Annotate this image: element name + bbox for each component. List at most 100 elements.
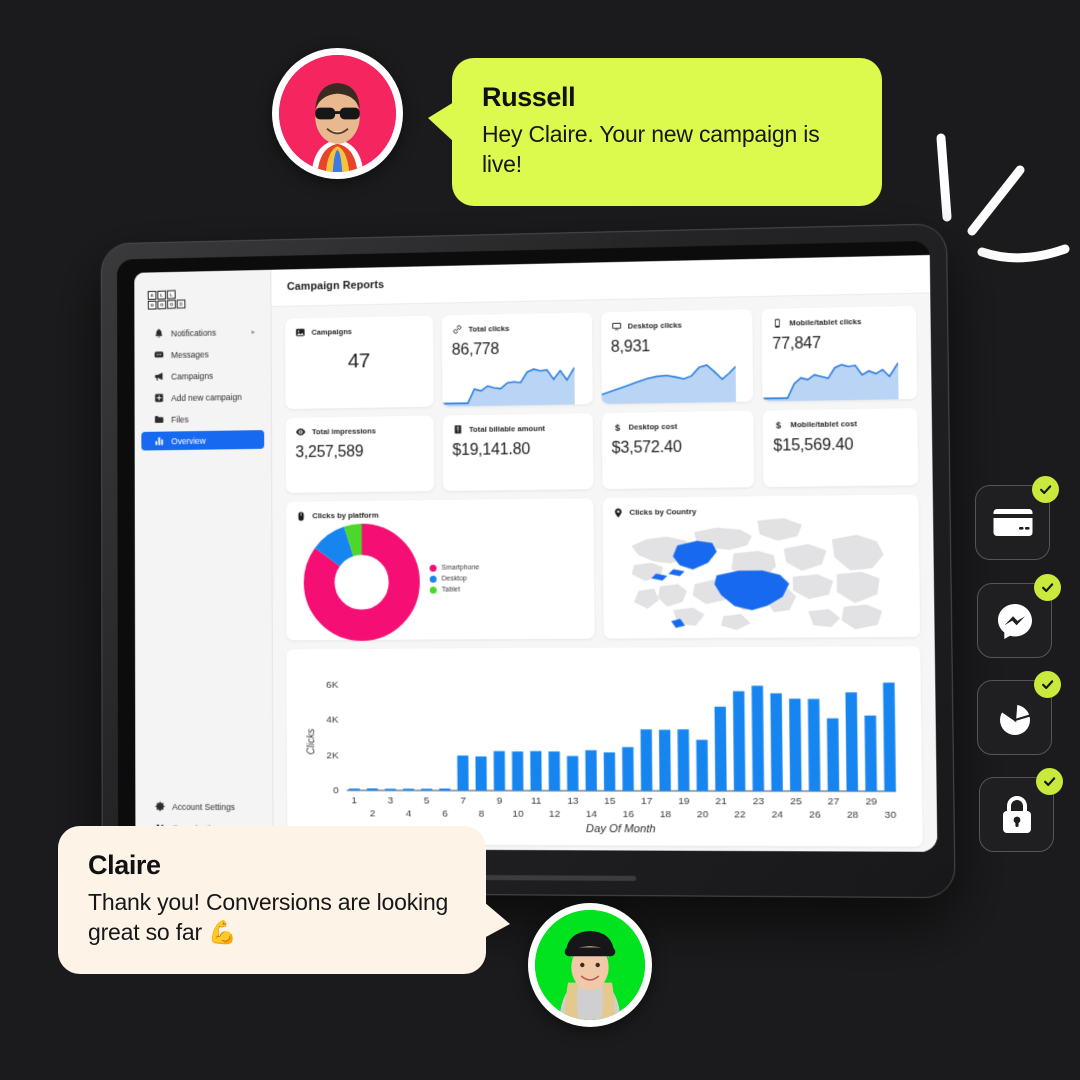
kpi-card-mobile-tablet-clicks[interactable]: Mobile/tablet clicks 77,847 <box>761 305 918 402</box>
avatar-image <box>279 55 396 172</box>
dollar-icon: $ <box>614 422 619 432</box>
kpi-header: Total clicks <box>452 321 582 334</box>
sidebar-item-notifications[interactable]: Notifications ▸ <box>141 322 264 343</box>
world-map[interactable] <box>602 511 920 635</box>
svg-text:Day Of Month: Day Of Month <box>586 823 656 835</box>
megaphone-icon <box>155 372 163 381</box>
decorative-strokes <box>936 133 1070 263</box>
kpi-grid-row-2: Total impressions 3,257,589 Total billab… <box>285 408 919 493</box>
kpi-value: 3,257,589 <box>295 443 364 462</box>
svg-text:3: 3 <box>388 796 394 807</box>
eye-icon <box>296 428 306 436</box>
logo-tile: L <box>166 290 176 300</box>
legend-label: Smartphone <box>441 564 480 573</box>
app-sidebar: A G L O L O D Notifications ▸ Messages C… <box>134 269 274 849</box>
sidebar-item-files[interactable]: Files <box>141 408 264 429</box>
kpi-header: Total billable amount <box>452 422 582 435</box>
badge-tile-pie-chart[interactable] <box>977 671 1061 755</box>
chat-sender-name: Claire <box>88 850 161 880</box>
kpi-card-mobile-tablet-cost[interactable]: $ Mobile/tablet cost $15,569.40 <box>762 408 919 488</box>
kpi-card-total-clicks[interactable]: Total clicks 86,778 <box>441 312 593 407</box>
bubble-tail <box>484 901 510 938</box>
pie-chart-icon <box>999 700 1030 735</box>
sidebar-item-label: Campaigns <box>171 370 214 382</box>
sidebar-item-add-new-campaign[interactable]: Add new campaign <box>141 387 264 408</box>
svg-text:11: 11 <box>531 796 542 807</box>
svg-text:4K: 4K <box>326 715 339 726</box>
svg-text:18: 18 <box>660 809 672 820</box>
svg-text:23: 23 <box>753 796 765 807</box>
svg-text:17: 17 <box>641 796 653 807</box>
avatar-claire[interactable] <box>528 903 652 1027</box>
legend-item: Tablet <box>429 586 480 595</box>
svg-text:6: 6 <box>442 809 448 820</box>
svg-text:15: 15 <box>604 796 616 807</box>
sparkline-mobile-tablet-clicks <box>762 361 899 402</box>
mouse-icon <box>298 511 304 521</box>
legend-label: Tablet <box>441 586 461 595</box>
sidebar-item-messages[interactable]: Messages <box>141 344 264 365</box>
svg-text:20: 20 <box>697 809 709 820</box>
avatar-image <box>535 910 645 1020</box>
chat-message-text: Hey Claire. Your new campaign is live! <box>482 121 820 178</box>
chevron-right-icon: ▸ <box>251 328 256 336</box>
chat-bubble-claire: Claire Thank you! Conversions are lookin… <box>58 826 510 974</box>
kpi-value: 8,931 <box>610 338 651 356</box>
kpi-card-total-impressions[interactable]: Total impressions 3,257,589 <box>285 415 434 493</box>
sidebar-item-account-settings[interactable]: Account Settings <box>142 797 265 816</box>
sidebar-item-label: Notifications <box>170 327 217 338</box>
kpi-card-desktop-cost[interactable]: $ Desktop cost $3,572.40 <box>601 410 755 490</box>
bar-chart[interactable]: 6K 4K 2K 0 Clicks 1 3 5 7 9 11 13 15 17 … <box>296 658 912 840</box>
kpi-grid-row-1: Campaigns 47 Total clicks 86,778 Desktop… <box>285 305 918 410</box>
svg-text:1: 1 <box>352 796 358 807</box>
lock-icon <box>1002 795 1031 833</box>
bell-icon <box>155 328 163 338</box>
svg-text:12: 12 <box>549 809 560 820</box>
chat-sender-name: Russell <box>482 82 576 112</box>
svg-text:19: 19 <box>678 796 690 807</box>
sidebar-item-label: Account Settings <box>172 801 235 812</box>
dollar-icon: $ <box>776 420 781 430</box>
badge-tile-messenger[interactable] <box>977 574 1061 658</box>
sparkline-desktop-clicks <box>601 364 736 404</box>
avatar-russell[interactable] <box>272 48 403 179</box>
receipt-icon <box>454 425 461 434</box>
kpi-header: $ Desktop cost <box>611 420 743 433</box>
badge-tile-lock[interactable] <box>979 768 1063 852</box>
chart-row: Clicks by platform Smartphone Desktop Ta… <box>285 494 921 641</box>
panel-title: Clicks by Country <box>629 507 697 518</box>
logo-tile: O <box>167 299 176 309</box>
sidebar-item-campaigns[interactable]: Campaigns <box>141 365 264 386</box>
panel-header: Clicks by platform <box>296 507 584 522</box>
kpi-value: 86,778 <box>451 340 500 359</box>
donut-chart[interactable] <box>304 523 421 641</box>
check-badge <box>1034 574 1061 601</box>
logo-tile: O <box>157 300 167 310</box>
svg-text:26: 26 <box>809 810 821 821</box>
check-badge <box>1036 768 1063 795</box>
tablet-bezel: A G L O L O D Notifications ▸ Messages C… <box>117 240 938 852</box>
kpi-label: Mobile/tablet cost <box>790 419 858 430</box>
folder-icon <box>154 415 164 423</box>
app-main: Campaign Reports Campaigns 47 Total clic… <box>271 255 938 852</box>
svg-text:25: 25 <box>790 797 802 808</box>
monitor-icon <box>611 322 621 330</box>
logo-tile: G <box>147 300 157 310</box>
avatar-portrait-claire <box>535 910 645 1020</box>
sidebar-item-label: Overview <box>171 435 206 446</box>
kpi-card-campaigns[interactable]: Campaigns 47 <box>285 315 434 410</box>
badge-tile-credit-card[interactable] <box>975 476 1059 560</box>
svg-text:0: 0 <box>333 786 339 797</box>
kpi-label: Total impressions <box>311 426 376 437</box>
messenger-icon <box>997 603 1032 639</box>
svg-text:Clicks: Clicks <box>306 728 317 754</box>
panel-title: Clicks by platform <box>312 511 379 521</box>
svg-text:7: 7 <box>460 796 466 807</box>
kpi-card-desktop-clicks[interactable]: Desktop clicks 8,931 <box>600 309 754 404</box>
svg-text:30: 30 <box>885 810 897 821</box>
all-good-logo[interactable]: A G L O L O D <box>147 286 271 310</box>
main-content: Campaigns 47 Total clicks 86,778 Desktop… <box>271 293 937 852</box>
sidebar-item-overview[interactable]: Overview <box>141 430 265 451</box>
kpi-header: Desktop clicks <box>611 318 743 332</box>
kpi-card-total-billable-amount[interactable]: Total billable amount $19,141.80 <box>442 413 593 491</box>
